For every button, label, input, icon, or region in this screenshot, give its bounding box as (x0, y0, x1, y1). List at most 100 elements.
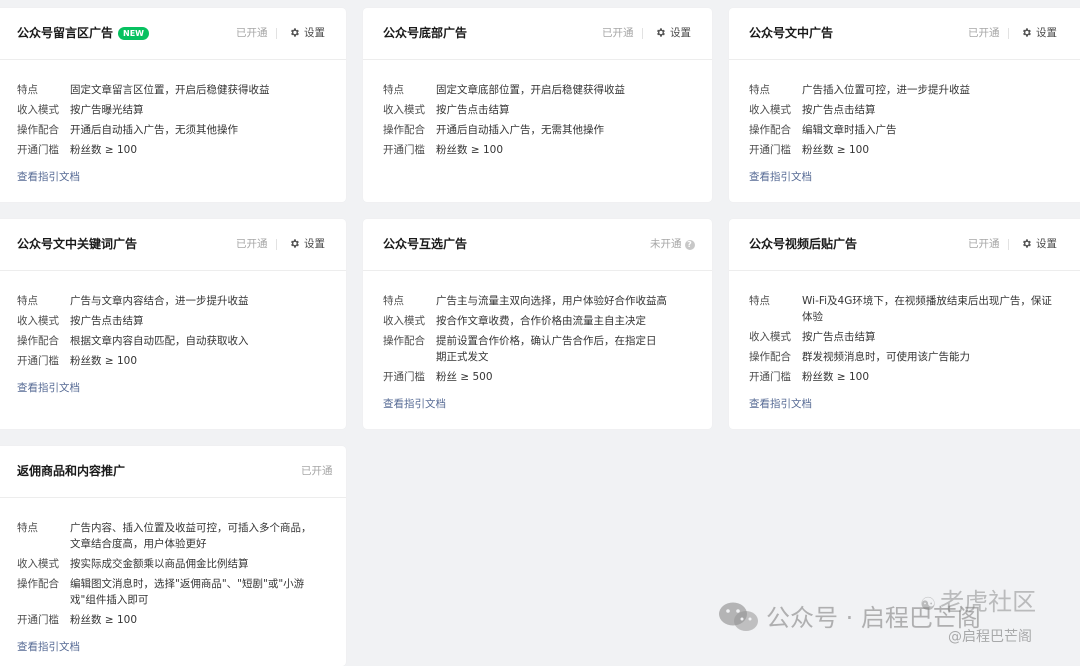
status-label: 已开通 (301, 465, 333, 477)
card-title-text: 公众号留言区广告 (17, 26, 114, 40)
row-threshold: 开通门槛 粉丝数 ≥ 100 (749, 369, 1067, 385)
row-key: 特点 (17, 84, 38, 96)
settings-button[interactable]: 设置 (1021, 26, 1057, 40)
row-key: 操作配合 (17, 578, 59, 590)
settings-button[interactable]: 设置 (655, 26, 691, 40)
gear-icon (1023, 28, 1031, 37)
row-revenue: 收入模式 按广告点击结算 (749, 329, 1067, 345)
row-key: 开通门槛 (383, 144, 425, 156)
card-body: 特点 广告插入位置可控，进一步提升收益 收入模式 按广告点击结算 操作配合 编辑文章时… (729, 60, 1080, 184)
card-header: 公众号视频后贴广告 已开通 设置 (729, 219, 1080, 271)
card-title: 公众号留言区广告 NEW (17, 24, 149, 42)
row-feature: 特点 Wi-Fi及4G环境下，在视频播放结束后出现广告，保证体验 (749, 293, 1067, 325)
row-key: 特点 (749, 84, 770, 96)
status-label: 已开通 (602, 27, 634, 39)
card-body: 特点 固定文章留言区位置，开启后稳健获得收益 收入模式 按广告曝光结算 操作配合 开通… (0, 60, 346, 184)
row-revenue: 收入模式 按合作文章收费，合作价格由流量主自主决定 (383, 313, 695, 329)
card-header: 公众号留言区广告 NEW 已开通 设置 (0, 8, 346, 60)
header-divider (1008, 239, 1009, 250)
row-value: 编辑图文消息时，选择"返佣商品"、"短剧"或"小游戏"组件插入即可 (70, 578, 305, 606)
ad-card-mutual-select: 公众号互选广告 未开通? 特点 广告主与流量主双向选择，用户体验好合作收益高 收入… (363, 219, 712, 429)
row-value: 按广告点击结算 (70, 315, 144, 327)
settings-button[interactable]: 设置 (1021, 237, 1057, 251)
row-value: 按广告点击结算 (802, 104, 876, 116)
row-key: 操作配合 (17, 335, 59, 347)
community-icon: ☯ (920, 594, 937, 615)
card-title: 公众号互选广告 (383, 237, 468, 251)
new-badge: NEW (118, 27, 149, 40)
row-value: 粉丝 ≥ 500 (436, 371, 493, 383)
header-divider (642, 28, 643, 39)
settings-button[interactable]: 设置 (289, 26, 325, 40)
row-value: 粉丝数 ≥ 100 (436, 144, 504, 156)
row-operation: 操作配合 根据文章内容自动匹配，自动获取收入 (17, 333, 329, 349)
gear-icon (657, 28, 665, 37)
row-value: 粉丝数 ≥ 100 (70, 355, 138, 367)
guide-doc-link[interactable]: 查看指引文档 (17, 640, 80, 654)
row-key: 开通门槛 (17, 144, 59, 156)
row-revenue: 收入模式 按实际成交金额乘以商品佣金比例结算 (17, 556, 329, 572)
row-key: 开通门槛 (749, 144, 791, 156)
status-label: 已开通 (236, 238, 268, 250)
status-label: 已开通 (968, 27, 1000, 39)
row-key: 特点 (749, 295, 770, 307)
row-key: 操作配合 (383, 124, 425, 136)
card-header: 公众号底部广告 已开通 设置 (363, 8, 712, 60)
gear-icon (291, 239, 299, 248)
row-value: 提前设置合作价格，确认广告合作后，在指定日期正式发文 (436, 335, 657, 363)
card-header: 返佣商品和内容推广 已开通 (0, 446, 346, 498)
row-value: 编辑文章时插入广告 (802, 124, 897, 136)
row-threshold: 开通门槛 粉丝 ≥ 500 (383, 369, 695, 385)
card-title: 返佣商品和内容推广 (17, 464, 126, 478)
row-value: 按合作文章收费，合作价格由流量主自主决定 (436, 315, 646, 327)
status-label: 已开通 (236, 27, 268, 39)
row-value: 根据文章内容自动匹配，自动获取收入 (70, 335, 249, 347)
row-key: 收入模式 (383, 315, 425, 327)
row-key: 开通门槛 (17, 614, 59, 626)
card-body: 特点 固定文章底部位置，开启后稳健获得收益 收入模式 按广告点击结算 操作配合 开通后… (363, 60, 712, 158)
card-title: 公众号文中关键词广告 (17, 237, 138, 251)
guide-doc-link[interactable]: 查看指引文档 (749, 397, 812, 411)
row-value: Wi-Fi及4G环境下，在视频播放结束后出现广告，保证体验 (802, 295, 1052, 323)
guide-doc-link[interactable]: 查看指引文档 (17, 170, 80, 184)
card-body: 特点 广告内容、插入位置及收益可控，可插入多个商品，文章结合度高，用户体验更好 收… (0, 498, 346, 654)
row-key: 开通门槛 (17, 355, 59, 367)
row-value: 粉丝数 ≥ 100 (70, 144, 138, 156)
guide-doc-link[interactable]: 查看指引文档 (17, 381, 80, 395)
row-value: 广告插入位置可控，进一步提升收益 (802, 84, 970, 96)
row-operation: 操作配合 提前设置合作价格，确认广告合作后，在指定日期正式发文 (383, 333, 695, 365)
row-revenue: 收入模式 按广告点击结算 (383, 102, 695, 118)
row-key: 特点 (383, 84, 404, 96)
row-feature: 特点 固定文章留言区位置，开启后稳健获得收益 (17, 82, 329, 98)
card-title: 公众号文中广告 (749, 26, 834, 40)
card-body: 特点 广告与文章内容结合，进一步提升收益 收入模式 按广告点击结算 操作配合 根据文章… (0, 271, 346, 395)
row-value: 粉丝数 ≥ 100 (70, 614, 138, 626)
settings-label: 设置 (670, 27, 691, 39)
guide-doc-link[interactable]: 查看指引文档 (383, 397, 446, 411)
row-feature: 特点 固定文章底部位置，开启后稳健获得收益 (383, 82, 695, 98)
row-revenue: 收入模式 按广告点击结算 (749, 102, 1067, 118)
settings-label: 设置 (304, 238, 325, 250)
wechat-icon (719, 602, 758, 631)
row-key: 操作配合 (383, 335, 425, 347)
row-value: 固定文章底部位置，开启后稳健获得收益 (436, 84, 625, 96)
row-operation: 操作配合 开通后自动插入广告，无须其他操作 (17, 122, 329, 138)
row-key: 操作配合 (749, 351, 791, 363)
row-operation: 操作配合 开通后自动插入广告，无需其他操作 (383, 122, 695, 138)
help-icon[interactable]: ? (684, 240, 695, 250)
row-threshold: 开通门槛 粉丝数 ≥ 100 (383, 142, 695, 158)
row-value: 开通后自动插入广告，无须其他操作 (70, 124, 238, 136)
row-value: 按实际成交金额乘以商品佣金比例结算 (70, 558, 249, 570)
row-key: 操作配合 (17, 124, 59, 136)
watermark-community: 老虎社区 (940, 588, 1037, 616)
header-divider (1008, 28, 1009, 39)
row-threshold: 开通门槛 粉丝数 ≥ 100 (749, 142, 1067, 158)
row-key: 收入模式 (749, 331, 791, 343)
row-key: 收入模式 (17, 558, 59, 570)
row-value: 按广告点击结算 (802, 331, 876, 343)
row-key: 特点 (17, 522, 38, 534)
settings-button[interactable]: 设置 (289, 237, 325, 251)
row-value: 广告内容、插入位置及收益可控，可插入多个商品，文章结合度高，用户体验更好 (70, 522, 312, 550)
settings-label: 设置 (1036, 238, 1057, 250)
guide-doc-link[interactable]: 查看指引文档 (749, 170, 812, 184)
